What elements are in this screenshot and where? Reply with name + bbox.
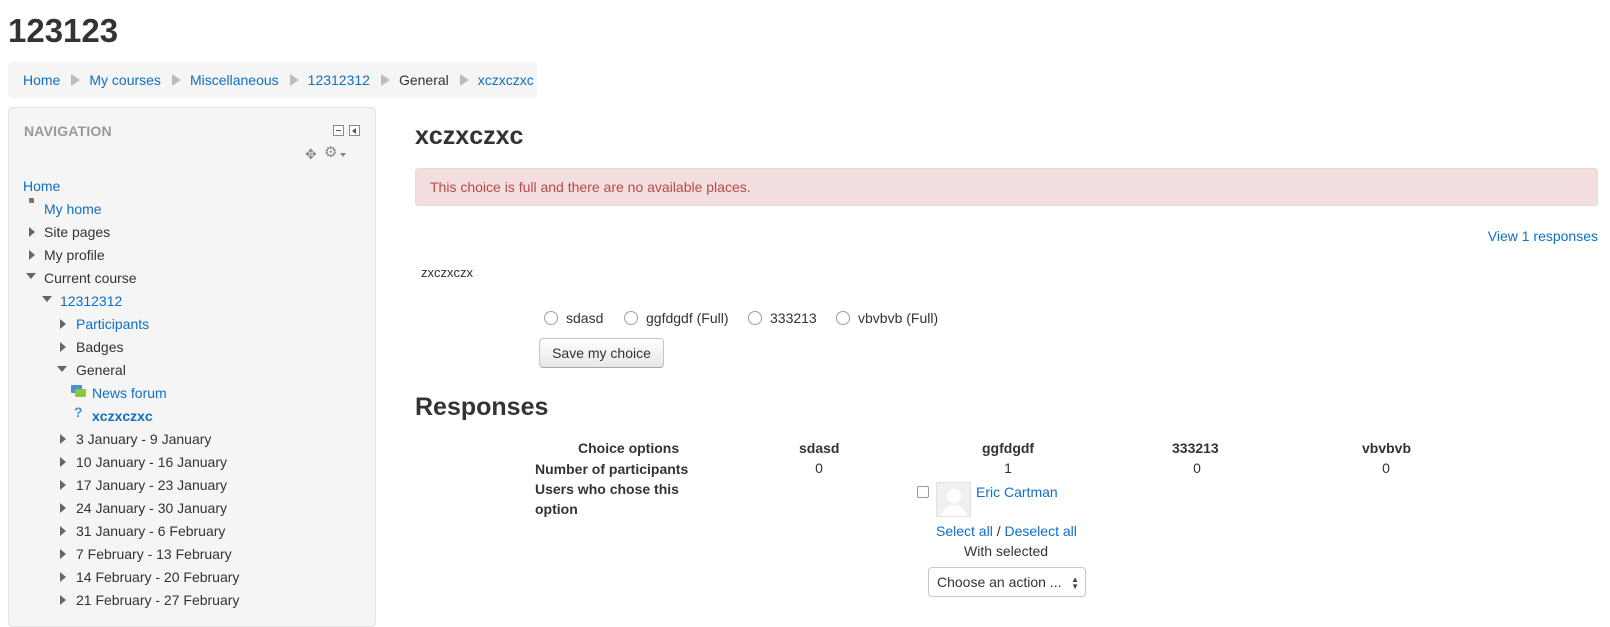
gear-icon[interactable]: ⚙ xyxy=(324,145,337,161)
expand-icon[interactable] xyxy=(60,434,66,444)
nav-week[interactable]: 21 February - 27 February xyxy=(76,590,239,610)
view-responses-link[interactable]: View 1 responses xyxy=(1488,228,1598,244)
expand-icon[interactable] xyxy=(60,595,66,605)
radio-button[interactable] xyxy=(544,311,558,325)
breadcrumb-miscellaneous[interactable]: Miscellaneous xyxy=(190,72,279,88)
choice-intro: zxczxczx xyxy=(421,265,473,280)
table-header-option: 333213 xyxy=(1172,440,1219,456)
dock-block-icon[interactable] xyxy=(349,125,360,136)
breadcrumb-separator-icon xyxy=(171,74,181,86)
nav-news-forum[interactable]: News forum xyxy=(92,383,167,403)
nav-week[interactable]: 7 February - 13 February xyxy=(76,544,232,564)
expand-icon[interactable] xyxy=(29,227,35,237)
participant-count: 0 xyxy=(815,460,823,476)
participant-count: 1 xyxy=(1004,460,1012,476)
table-header-option: ggfdgdf xyxy=(982,440,1035,456)
activity-heading: xczxczxc xyxy=(415,122,524,150)
choice-option-label: ggfdgdf (Full) xyxy=(646,310,729,326)
choice-option-label: 333213 xyxy=(770,310,817,326)
nav-home[interactable]: Home xyxy=(23,176,60,196)
breadcrumb-separator-icon xyxy=(380,74,390,86)
question-icon: ? xyxy=(74,404,83,420)
row-label-participants: Number of participants xyxy=(535,461,689,477)
breadcrumb: Home My courses Miscellaneous 12312312 G… xyxy=(8,62,537,98)
user-avatar[interactable] xyxy=(936,482,971,517)
select-arrows-icon: ▲ ▼ xyxy=(1071,575,1079,591)
responses-heading: Responses xyxy=(415,393,549,421)
nav-week[interactable]: 10 January - 16 January xyxy=(76,452,227,472)
breadcrumb-activity[interactable]: xczxczxc xyxy=(478,72,534,88)
breadcrumb-home[interactable]: Home xyxy=(23,72,60,88)
forum-icon xyxy=(71,385,86,397)
row-label-users: Users who chose this xyxy=(535,481,679,497)
breadcrumb-separator-icon xyxy=(459,74,469,86)
user-name-link[interactable]: Eric Cartman xyxy=(976,484,1058,500)
breadcrumb-my-courses[interactable]: My courses xyxy=(89,72,161,88)
collapse-icon[interactable] xyxy=(42,296,52,302)
choice-option-label: sdasd xyxy=(566,310,604,326)
chevron-down-icon[interactable] xyxy=(340,153,346,157)
course-title: 123123 xyxy=(8,12,119,49)
choice-option[interactable]: 333213 xyxy=(748,308,817,328)
participant-count: 0 xyxy=(1382,460,1390,476)
save-my-choice-button[interactable]: Save my choice xyxy=(539,338,664,368)
select-all-link[interactable]: Select all xyxy=(936,523,993,539)
radio-button[interactable] xyxy=(836,311,850,325)
nav-course[interactable]: 12312312 xyxy=(60,291,122,311)
expand-icon[interactable] xyxy=(60,457,66,467)
table-header-option: sdasd xyxy=(799,440,840,456)
move-icon[interactable]: ✥ xyxy=(305,147,317,161)
expand-icon[interactable] xyxy=(60,503,66,513)
expand-icon[interactable] xyxy=(60,342,66,352)
breadcrumb-general: General xyxy=(398,72,449,88)
choose-action-select[interactable]: Choose an action ... ▲ ▼ xyxy=(928,567,1086,597)
bullet-icon xyxy=(29,198,34,203)
choose-action-value: Choose an action ... xyxy=(937,574,1062,590)
expand-icon[interactable] xyxy=(60,572,66,582)
expand-icon[interactable] xyxy=(29,250,35,260)
choice-full-alert: This choice is full and there are no ava… xyxy=(415,168,1598,206)
choice-option[interactable]: sdasd xyxy=(544,308,603,328)
collapse-icon[interactable] xyxy=(26,273,36,279)
expand-icon[interactable] xyxy=(60,549,66,559)
breadcrumb-course[interactable]: 12312312 xyxy=(308,72,370,88)
participant-count: 0 xyxy=(1193,460,1201,476)
expand-icon[interactable] xyxy=(60,480,66,490)
table-header-choice-options: Choice options xyxy=(578,440,680,456)
nav-my-home[interactable]: My home xyxy=(44,199,102,219)
expand-icon[interactable] xyxy=(60,526,66,536)
choice-option[interactable]: ggfdgdf (Full) xyxy=(624,308,728,328)
user-select-checkbox[interactable] xyxy=(917,486,929,498)
breadcrumb-separator-icon xyxy=(71,74,81,86)
choice-option[interactable]: vbvbvb (Full) xyxy=(836,308,938,328)
nav-week[interactable]: 14 February - 20 February xyxy=(76,567,239,587)
hide-block-icon[interactable] xyxy=(333,125,344,136)
table-header-option: vbvbvb xyxy=(1362,440,1412,456)
collapse-icon[interactable] xyxy=(57,366,67,372)
navigation-title: NAVIGATION xyxy=(24,123,112,139)
nav-badges[interactable]: Badges xyxy=(76,337,123,357)
choice-option-label: vbvbvb (Full) xyxy=(858,310,939,326)
nav-general[interactable]: General xyxy=(76,360,126,380)
select-links: Select all / Deselect all xyxy=(936,523,1077,539)
expand-icon[interactable] xyxy=(60,319,66,329)
nav-current-course[interactable]: Current course xyxy=(44,268,137,288)
nav-site-pages[interactable]: Site pages xyxy=(44,222,110,242)
deselect-all-link[interactable]: Deselect all xyxy=(1004,523,1076,539)
select-separator: / xyxy=(992,523,1005,539)
nav-week[interactable]: 3 January - 9 January xyxy=(76,429,211,449)
breadcrumb-separator-icon xyxy=(289,74,299,86)
nav-activity-current[interactable]: xczxczxc xyxy=(92,406,153,426)
nav-week[interactable]: 24 January - 30 January xyxy=(76,498,227,518)
radio-button[interactable] xyxy=(624,311,638,325)
nav-week[interactable]: 31 January - 6 February xyxy=(76,521,225,541)
with-selected-label: With selected xyxy=(964,543,1049,559)
nav-week[interactable]: 17 January - 23 January xyxy=(76,475,227,495)
row-label-users-cont: option xyxy=(535,501,578,517)
nav-my-profile[interactable]: My profile xyxy=(44,245,105,265)
nav-participants[interactable]: Participants xyxy=(76,314,149,334)
radio-button[interactable] xyxy=(748,311,762,325)
